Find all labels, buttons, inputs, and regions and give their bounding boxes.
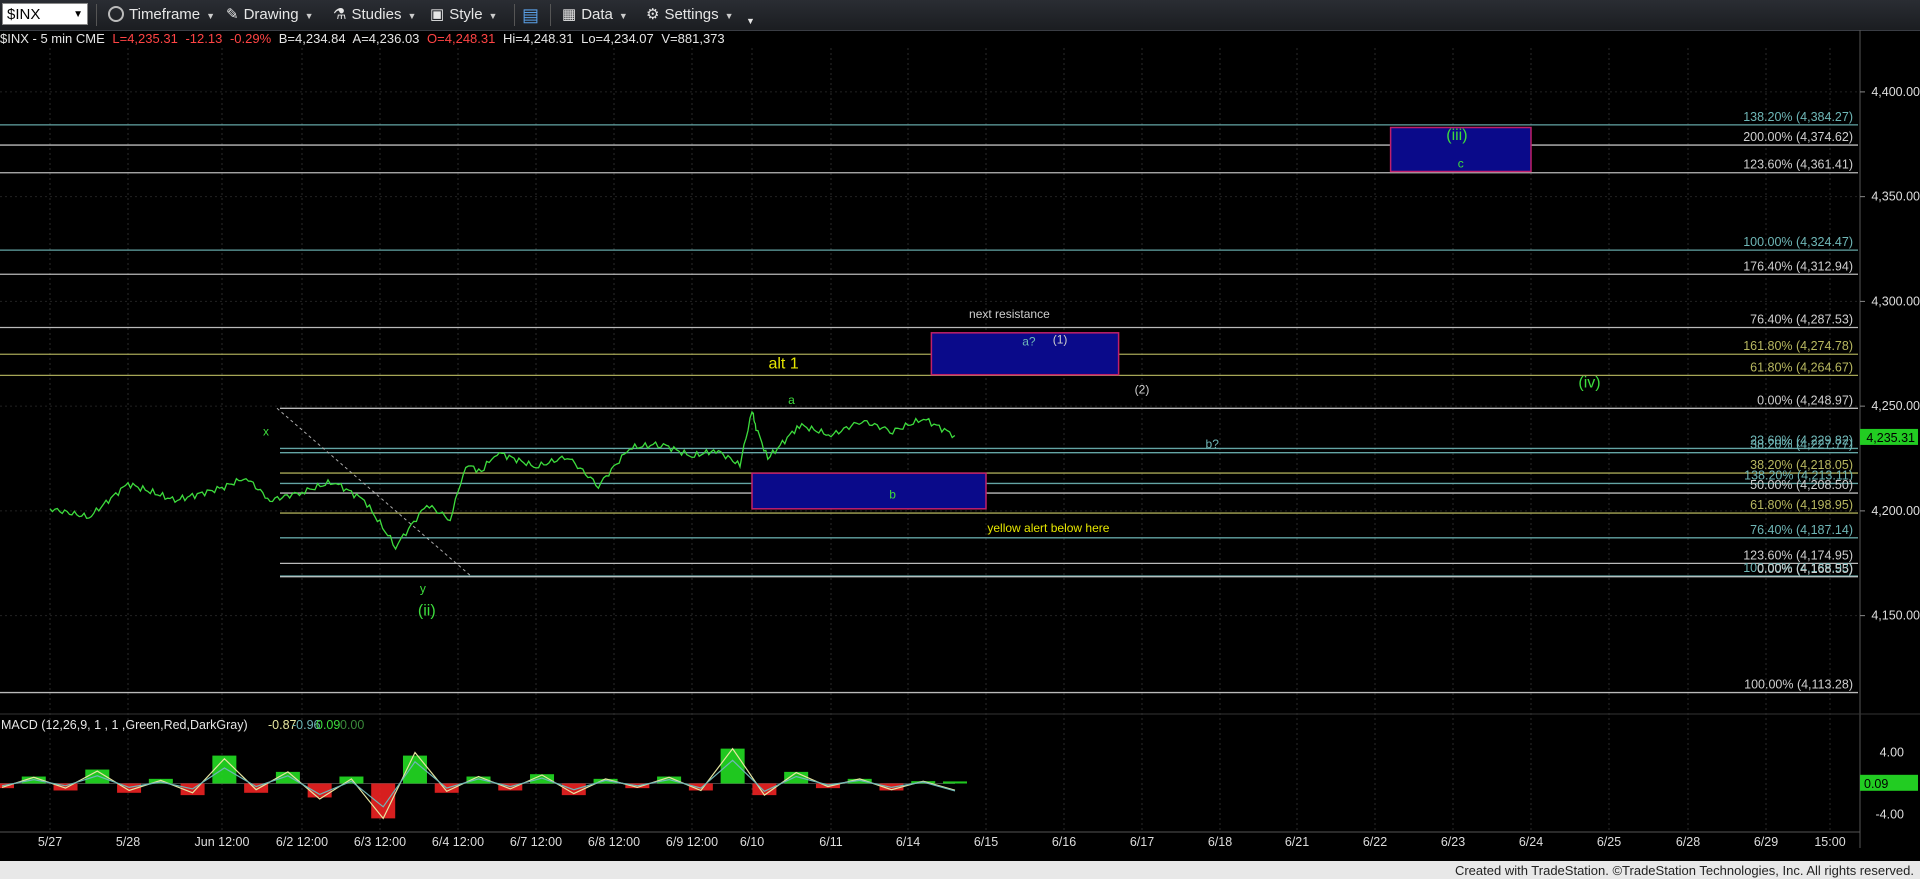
wave-annotation: (1) — [1053, 332, 1068, 346]
time-axis-label: 5/28 — [116, 835, 140, 849]
time-axis-label: 6/14 — [896, 835, 920, 849]
time-axis-label: 5/27 — [38, 835, 62, 849]
macd-histogram-bar — [784, 771, 809, 784]
fib-level-label: 138.20% (4,384.27) — [1743, 110, 1853, 124]
time-axis-label: 6/2 12:00 — [276, 835, 328, 849]
wave-annotation: (iii) — [1446, 127, 1467, 144]
fib-level-label: 161.80% (4,274.78) — [1743, 339, 1853, 353]
fib-level-label: 50.00% (4,208.50) — [1750, 478, 1853, 492]
time-axis-label: 6/23 — [1441, 835, 1465, 849]
wave-annotation: x — [263, 424, 269, 438]
wave-annotation: y — [420, 582, 426, 596]
time-axis-label: 6/28 — [1676, 835, 1700, 849]
time-axis-label: 6/4 12:00 — [432, 835, 484, 849]
last-price-label: 4,235.31 — [1866, 431, 1915, 445]
fib-level-label: 76.40% (4,187.14) — [1750, 523, 1853, 537]
wave-annotation: next resistance — [969, 307, 1050, 321]
fib-level-label: 123.60% (4,361.41) — [1743, 158, 1853, 172]
macd-value: 0.09 — [316, 718, 340, 732]
fib-level-label: 200.00% (4,374.62) — [1743, 130, 1853, 144]
macd-axis-label: -4.00 — [1876, 808, 1905, 822]
price-chart[interactable]: 138.20% (4,384.27) 200.00% (4,374.62) 123.… — [0, 0, 1920, 879]
wave-annotation: (iv) — [1578, 374, 1600, 391]
wave-annotation: (2) — [1135, 383, 1150, 397]
wave-annotation: yellow alert below here — [987, 521, 1109, 535]
time-axis-label: 6/22 — [1363, 835, 1387, 849]
time-axis-label: 6/21 — [1285, 835, 1309, 849]
wave-annotation: alt 1 — [768, 355, 798, 372]
macd-histogram-bar — [339, 776, 364, 784]
macd-histogram-bar — [720, 748, 745, 784]
time-axis-label: 6/8 12:00 — [588, 835, 640, 849]
time-axis-label: 6/9 12:00 — [666, 835, 718, 849]
footer-credit: Created with TradeStation. ©TradeStation… — [1454, 863, 1914, 878]
macd-last-value-label: 0.09 — [1864, 777, 1888, 791]
price-axis-label: 4,250.00 — [1871, 399, 1920, 413]
time-axis-label: 6/29 — [1754, 835, 1778, 849]
time-axis-label: 6/11 — [819, 835, 842, 849]
time-axis-label: 6/24 — [1519, 835, 1543, 849]
fib-level-label: 61.80% (4,198.95) — [1750, 498, 1853, 512]
fib-level-label: 0.00% (4,248.97) — [1757, 393, 1853, 407]
time-axis-label: 6/25 — [1597, 835, 1621, 849]
macd-histogram-bar — [943, 781, 967, 784]
macd-title: MACD (12,26,9, 1 , 1 ,Green,Red,DarkGray… — [1, 718, 248, 732]
macd-value: 0.00 — [340, 718, 364, 732]
time-axis-label: 6/10 — [740, 835, 764, 849]
wave-annotation: b? — [1206, 437, 1220, 451]
fib-level-label: 61.80% (4,264.67) — [1750, 360, 1853, 374]
fib-level-label: 100.00% (4,324.47) — [1743, 235, 1853, 249]
price-axis-label: 4,300.00 — [1871, 294, 1920, 308]
target-box — [751, 472, 987, 510]
time-axis-label: 6/18 — [1208, 835, 1232, 849]
time-axis-label: 6/15 — [974, 835, 998, 849]
time-axis-label: 6/16 — [1052, 835, 1076, 849]
price-axis-label: 4,350.00 — [1871, 190, 1920, 204]
fib-level-label: 76.40% (4,287.53) — [1750, 313, 1853, 327]
wave-annotation: a — [788, 393, 795, 407]
wave-annotation: c — [1458, 156, 1464, 170]
wave-annotation: (ii) — [418, 603, 436, 620]
fib-level-label: 100.00% (4,113.28) — [1744, 678, 1853, 692]
price-axis-label: 4,400.00 — [1871, 85, 1920, 99]
macd-histogram-bar — [275, 771, 300, 784]
time-axis-label: 6/3 12:00 — [354, 835, 406, 849]
price-axis-label: 4,200.00 — [1871, 504, 1920, 518]
price-axis-label: 4,150.00 — [1871, 609, 1920, 623]
time-axis-label: 6/17 — [1130, 835, 1154, 849]
fib-level-label: 0.00% (4,168.55) — [1757, 562, 1853, 576]
time-axis-label: Jun 12:00 — [195, 835, 250, 849]
time-axis-label: 6/7 12:00 — [510, 835, 562, 849]
fib-level-label: 38.20% (4,227.77) — [1750, 438, 1853, 452]
fib-level-label: 176.40% (4,312.94) — [1743, 259, 1853, 273]
macd-histogram-bar — [212, 755, 237, 784]
time-axis-label: 15:00 — [1814, 835, 1845, 849]
wave-annotation: a? — [1022, 334, 1036, 348]
macd-axis-label: 4.00 — [1880, 746, 1904, 760]
wave-annotation: b — [889, 487, 896, 501]
